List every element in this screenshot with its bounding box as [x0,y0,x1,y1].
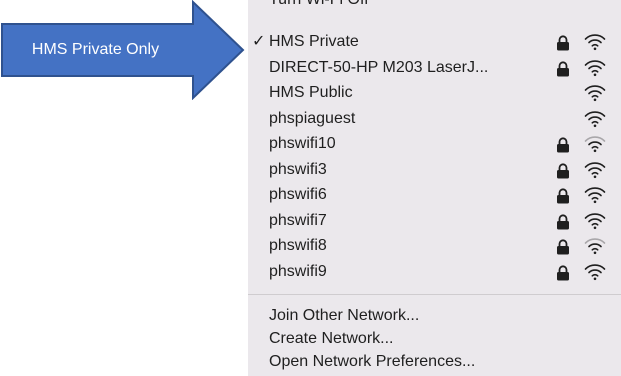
lock-icon [556,60,570,77]
lock-icon [556,213,570,230]
network-name: phswifi6 [269,186,327,203]
network-item[interactable]: phswifi3 [248,157,621,183]
wifi-icon [584,110,606,128]
wifi-icon [584,263,606,281]
menu-separator [248,294,621,295]
lock-icon [556,162,570,179]
wifi-icon [584,161,606,179]
wifi-icon [584,186,606,204]
lock-icon [556,35,570,51]
network-name: phswifi3 [269,160,327,178]
wifi-icon [584,237,606,255]
network-name: phspiaguest [269,109,356,127]
network-name: HMS Public [269,84,353,101]
network-item[interactable]: phswifi6 [248,182,621,208]
network-item[interactable]: ✓ HMS Private [248,29,621,55]
network-item[interactable]: phswifi9 [248,259,621,285]
lock-icon [556,239,570,255]
wifi-icon [584,212,606,230]
network-item[interactable]: DIRECT-50-HP M203 LaserJ... [248,55,621,81]
network-item[interactable]: HMS Public [248,80,621,106]
create-network-item[interactable]: Create Network... [248,327,621,350]
open-network-preferences-item[interactable]: Open Network Preferences... [248,350,621,373]
wifi-icon [584,135,606,153]
turn-wifi-off-item[interactable]: Turn Wi-Fi Off [248,0,369,12]
network-name: DIRECT-50-HP M203 LaserJ... [269,58,489,76]
network-name: phswifi10 [269,135,336,152]
wifi-icon [584,33,606,51]
network-item[interactable]: phswifi10 [248,131,621,157]
wifi-icon [584,59,606,77]
lock-icon [556,137,570,153]
network-name: HMS Private [269,33,359,50]
action-list: Join Other Network... Create Network... … [248,304,621,373]
network-list: ✓ HMS Private DIRECT-50-HP M203 LaserJ... H… [248,29,621,284]
lock-icon [556,264,570,281]
lock-icon [556,188,570,204]
network-name: phswifi8 [269,237,327,254]
network-name: phswifi7 [269,211,327,229]
network-item[interactable]: phswifi8 [248,233,621,259]
checkmark-icon: ✓ [252,33,266,50]
callout-label: HMS Private Only [31,41,160,58]
wifi-icon [584,84,606,102]
network-item[interactable]: phspiaguest [248,106,621,132]
callout-arrow: HMS Private Only [0,0,245,100]
wifi-menu: Turn Wi-Fi Off ✓HMS Private DIRECT-50-HP … [248,0,621,376]
network-name: phswifi9 [269,262,327,280]
join-other-network-item[interactable]: Join Other Network... [248,304,621,327]
network-item[interactable]: phswifi7 [248,208,621,234]
